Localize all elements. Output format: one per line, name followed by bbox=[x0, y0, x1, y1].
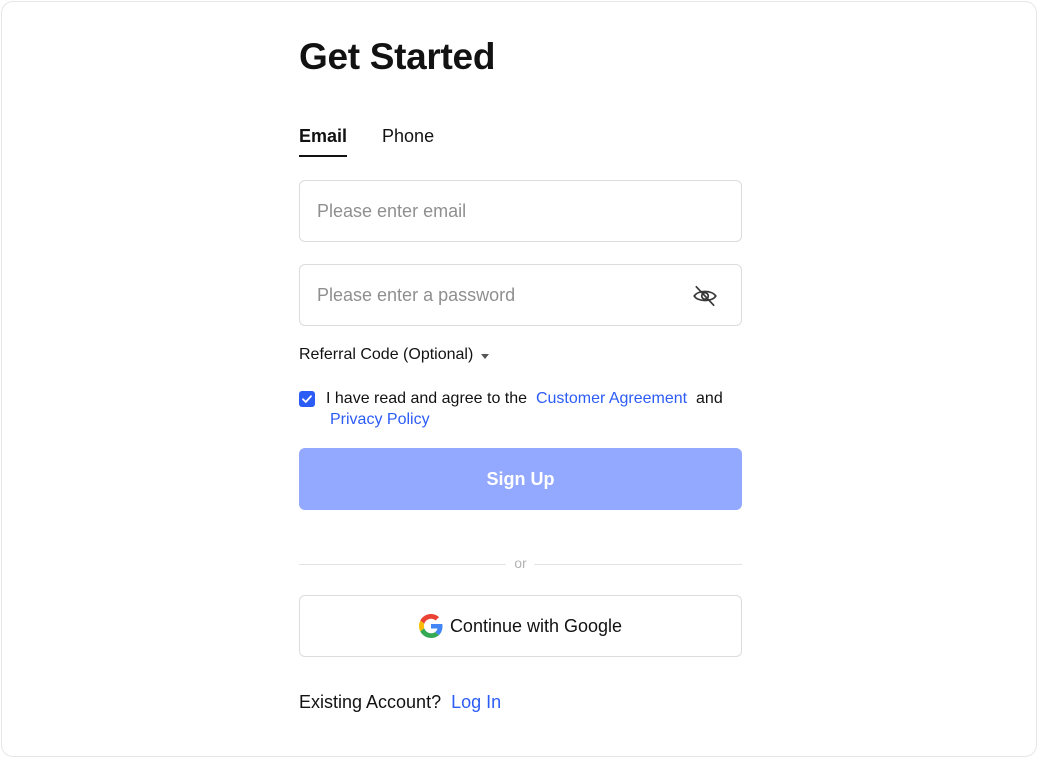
login-link[interactable]: Log In bbox=[451, 692, 501, 712]
customer-agreement-link[interactable]: Customer Agreement bbox=[536, 390, 687, 407]
referral-code-label: Referral Code (Optional) bbox=[299, 346, 474, 363]
referral-code-toggle[interactable]: Referral Code (Optional) bbox=[299, 346, 490, 364]
caret-down-icon bbox=[481, 353, 490, 359]
email-input[interactable] bbox=[317, 181, 687, 241]
agree-prefix: I have read and agree to the bbox=[326, 390, 528, 407]
password-input[interactable] bbox=[317, 265, 687, 325]
or-divider: or bbox=[299, 554, 742, 574]
continue-with-google-button[interactable]: Continue with Google bbox=[299, 595, 742, 657]
existing-account-row: Existing Account? Log In bbox=[299, 692, 501, 713]
divider-text: or bbox=[514, 555, 527, 571]
divider-line-right bbox=[534, 564, 742, 565]
existing-account-text: Existing Account? bbox=[299, 692, 442, 712]
agree-checkbox[interactable] bbox=[299, 391, 315, 407]
tab-email[interactable]: Email bbox=[299, 124, 348, 157]
eye-off-icon[interactable] bbox=[692, 283, 718, 309]
page-title: Get Started bbox=[299, 36, 496, 77]
signup-method-tabs: Email Phone bbox=[299, 124, 469, 158]
checkmark-icon bbox=[302, 395, 312, 403]
agree-and: and bbox=[696, 390, 723, 407]
signup-button[interactable]: Sign Up bbox=[299, 448, 742, 510]
privacy-policy-link[interactable]: Privacy Policy bbox=[330, 411, 430, 428]
email-field-container bbox=[299, 180, 742, 242]
agreement-text: I have read and agree to the Customer Ag… bbox=[326, 388, 746, 430]
google-icon bbox=[418, 614, 443, 638]
google-button-label: Continue with Google bbox=[449, 615, 623, 636]
password-field-container bbox=[299, 264, 742, 326]
tab-phone[interactable]: Phone bbox=[382, 124, 434, 157]
